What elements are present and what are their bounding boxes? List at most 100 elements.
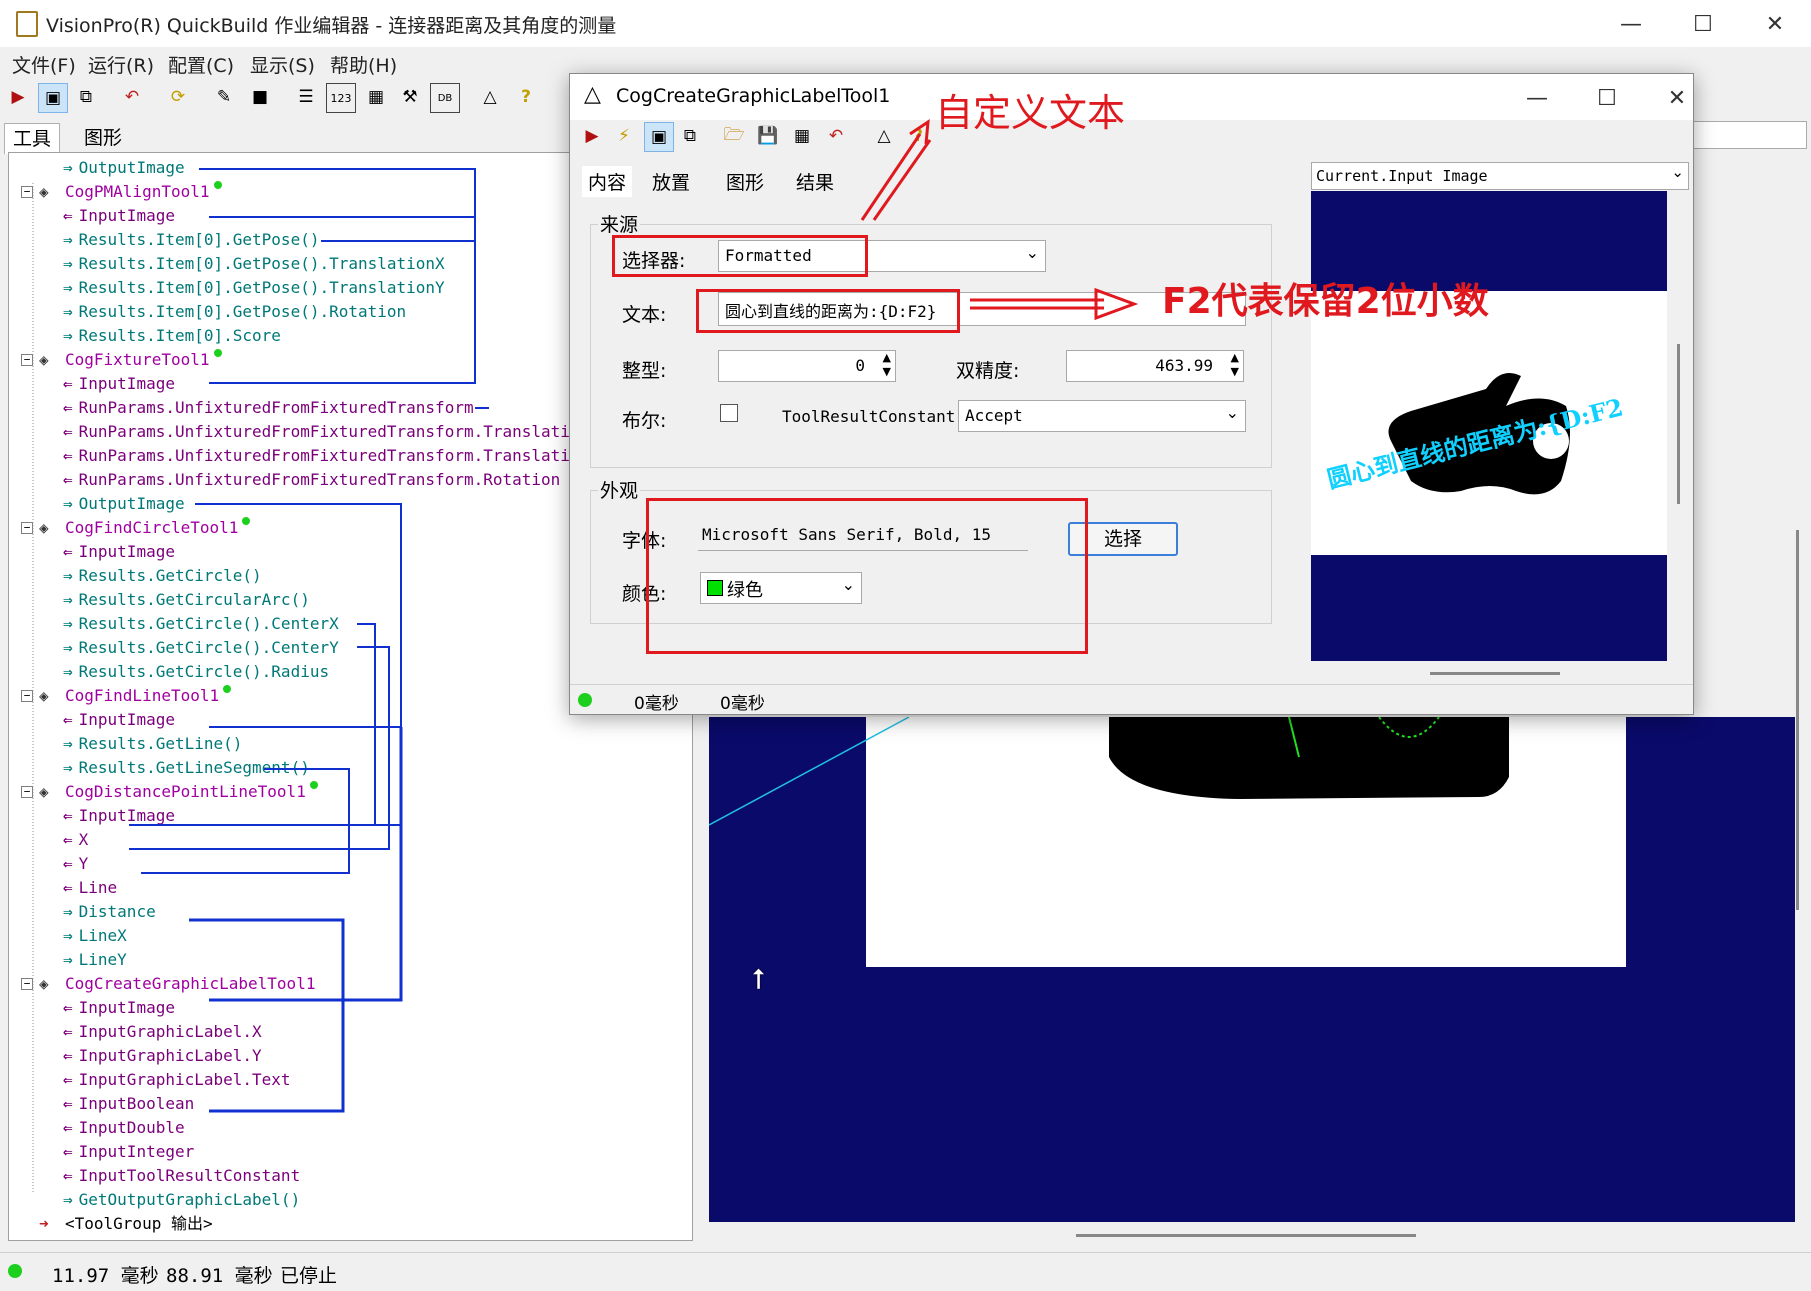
dialog-maximize-button[interactable]: ☐ [1580,80,1634,116]
dialog-status-led-icon [578,693,592,707]
annotation-arrow-2 [970,287,1138,321]
main-image-graphics [709,717,1509,826]
text-label: 文本: [622,304,667,326]
status-bar: 11.97 毫秒 88.91 毫秒 已停止 [0,1252,1811,1291]
annotation-f2-note: F2代表保留2位小数 [1162,281,1489,322]
dialog-grid-icon[interactable]: ▦ [788,122,816,150]
link-1 [199,168,476,218]
database-icon[interactable]: DB [430,83,460,113]
trc-dropdown[interactable]: Accept ⌄ [958,400,1246,432]
tab-graphics-dialog[interactable]: 图形 [726,168,764,195]
bool-label: 布尔: [622,410,667,432]
tab-tools[interactable]: 工具 [4,123,61,154]
menu-help[interactable]: 帮助(H) [330,51,397,78]
double-label: 双精度: [956,360,1020,382]
preview-source-value: Current.Input Image [1316,167,1488,185]
graphic-label-dialog: △ CogCreateGraphicLabelTool1 — ☐ ✕ ▶ ⚡ ▣… [569,73,1694,715]
tab-content[interactable]: 内容 [582,166,633,197]
link-6 [209,727,403,1002]
maximize-button[interactable]: ☐ [1676,6,1730,42]
dialog-title: CogCreateGraphicLabelTool1 [616,85,891,107]
trc-label: ToolResultConstant: [782,407,966,426]
int-label: 整型: [622,360,667,382]
menu-file[interactable]: 文件(F) [12,51,76,78]
v-scrollbar[interactable] [1796,530,1799,910]
image-source-dropdown[interactable] [1685,121,1807,149]
dialog-minimize-button[interactable]: — [1510,80,1564,116]
measure-icon[interactable]: △ [476,83,504,111]
link-11 [189,918,345,1113]
toggle-image-icon[interactable]: ▣ [38,83,68,113]
menu-config[interactable]: 配置(C) [168,51,234,78]
appearance-group-title: 外观 [598,476,641,503]
link-10 [209,729,402,826]
status-led-icon [8,1264,22,1278]
help-icon[interactable]: ? [512,83,540,111]
dialog-status-time-2: 0毫秒 [720,694,765,714]
menu-run[interactable]: 运行(R) [88,51,154,78]
chevron-down-icon: ⌄ [1025,243,1039,262]
double-value: 463.99 [1155,356,1213,375]
tab-graphics[interactable]: 图形 [76,123,130,150]
app-icon [16,11,38,37]
brush-icon[interactable]: ✎ [210,83,238,111]
form-icon[interactable]: ▦ [362,83,390,111]
preview-chevron-down-icon: ⌄ [1671,163,1684,181]
dialog-status-time-1: 0毫秒 [634,694,679,714]
selector-highlight [612,235,868,277]
double-input[interactable]: 463.99 ▲ ▼ [1066,350,1244,382]
tools-icon[interactable]: ⚒ [396,83,424,111]
int-input[interactable]: 0 ▲ ▼ [718,350,896,382]
menu-view[interactable]: 显示(S) [250,51,315,78]
dialog-copy-icon[interactable]: ⧉ [676,122,704,150]
tab-placement[interactable]: 放置 [652,168,690,195]
copy-icon[interactable]: ⧉ [72,83,100,111]
link-7 [129,623,376,826]
minimize-button[interactable]: — [1604,6,1658,42]
script-icon[interactable]: ☰ [292,83,320,111]
run-icon[interactable]: ▶ [4,83,32,111]
source-group-title: 来源 [598,210,641,237]
close-button[interactable]: ✕ [1748,6,1802,42]
title-bar: VisionPro(R) QuickBuild 作业编辑器 - 连接器距离及其角… [0,0,1811,48]
choose-font-label: 选择 [1103,528,1142,550]
tab-results[interactable]: 结果 [796,168,834,195]
link-2 [209,240,476,384]
refresh-icon[interactable]: ⟳ [164,83,192,111]
int-spinner-icon[interactable]: ▲ ▼ [883,351,891,379]
appearance-highlight [646,498,1088,654]
dialog-image-icon[interactable]: ▣ [644,122,674,152]
dialog-lightning-icon[interactable]: ⚡ [610,122,638,150]
bool-checkbox[interactable] [720,404,738,422]
trc-chevron-down-icon: ⌄ [1225,403,1239,422]
link-5 [195,503,402,728]
window-title: VisionPro(R) QuickBuild 作业编辑器 - 连接器距离及其角… [46,15,617,37]
dialog-save-icon[interactable]: 💾 [754,122,782,150]
numeric-icon[interactable]: 123 [326,83,356,113]
int-value: 0 [855,356,865,375]
annotation-custom-text: 自定义文本 [935,91,1126,135]
dialog-open-icon[interactable]: 🗁 [720,122,748,150]
dialog-title-bar: △ CogCreateGraphicLabelTool1 — ☐ ✕ [570,74,1693,120]
preview-source-dropdown[interactable]: Current.Input Image ⌄ [1311,162,1689,190]
preview-h-scrollbar[interactable] [1430,672,1560,675]
link-9 [141,768,350,874]
double-spinner-icon[interactable]: ▲ ▼ [1231,351,1239,379]
dialog-run-icon[interactable]: ▶ [578,122,606,150]
dialog-reset-icon[interactable]: ↶ [822,122,850,150]
preview-v-scrollbar[interactable] [1677,344,1680,504]
preview-image[interactable]: 圆心到直线的距离为:{D:F2 [1311,191,1667,661]
status-time-2: 88.91 毫秒 [166,1265,273,1287]
dialog-close-button[interactable]: ✕ [1650,80,1704,116]
status-state: 已停止 [280,1265,338,1287]
label-tool-icon: △ [584,82,601,107]
h-scrollbar[interactable] [1076,1234,1416,1237]
reset-icon[interactable]: ↶ [118,83,146,111]
dialog-status-bar: 0毫秒 0毫秒 [570,684,1693,715]
mouse-cursor-icon: ⭡ [752,963,766,996]
text-highlight [696,289,960,333]
record-icon[interactable]: ■ [246,83,274,111]
annotation-arrow-1 [860,119,932,221]
status-time-1: 11.97 毫秒 [52,1265,159,1287]
trc-value: Accept [965,406,1023,425]
